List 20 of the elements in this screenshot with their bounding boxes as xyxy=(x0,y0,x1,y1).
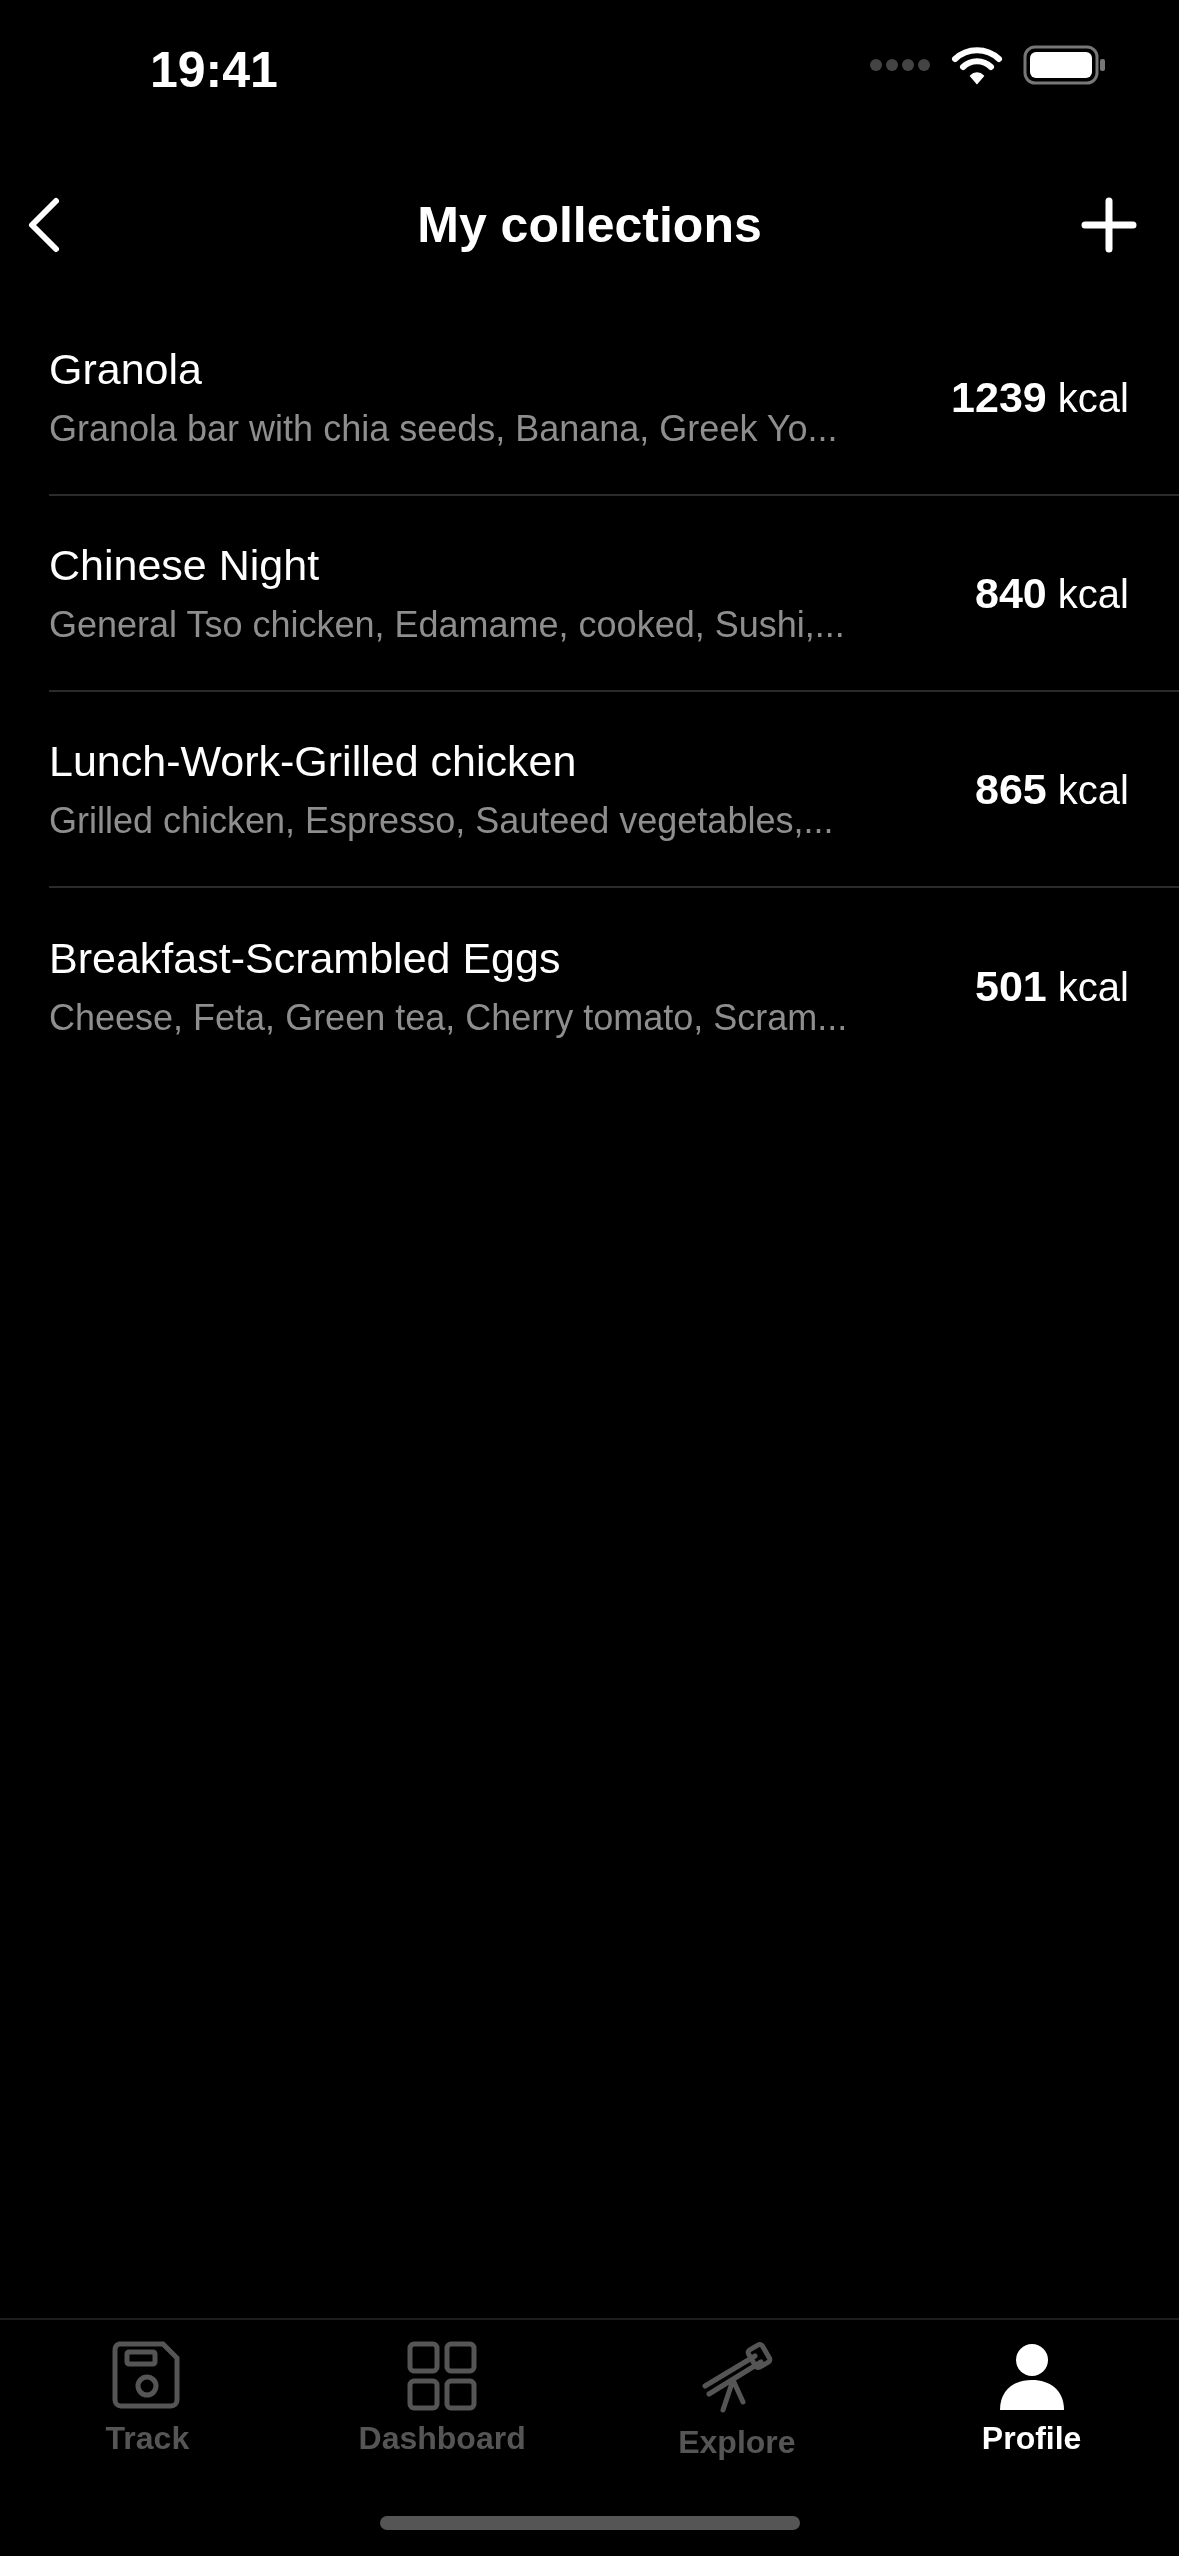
collection-items: General Tso chicken, Edamame, cooked, Sushi,... xyxy=(49,603,846,646)
wifi-icon xyxy=(951,45,1003,85)
collection-name[interactable]: Chinese Night xyxy=(49,540,945,590)
collection-items: Granola bar with chia seeds, Banana, Greek Yo... xyxy=(49,407,839,450)
page-title: My collections xyxy=(417,197,762,253)
calorie-total: 1239 kcal xyxy=(951,372,1129,422)
calorie-total: 501 kcal xyxy=(975,961,1129,1011)
collection-items: Grilled chicken, Espresso, Sauteed vegetables,... xyxy=(49,799,835,842)
status-time: 19:41 xyxy=(150,41,278,99)
calorie-total: 865 kcal xyxy=(975,764,1129,814)
signal-icon xyxy=(869,58,931,72)
tab-bar-item[interactable]: Profile xyxy=(901,2340,1162,2461)
grid-icon xyxy=(406,2340,479,2412)
collection-items: Cheese, Feta, Green tea, Cherry tomato, Scram... xyxy=(49,996,849,1039)
collection-name[interactable]: Breakfast-Scrambled Eggs xyxy=(49,933,945,983)
calorie-total: 840 kcal xyxy=(975,568,1129,618)
collection-name[interactable]: Granola xyxy=(49,344,922,394)
add-button[interactable] xyxy=(1079,195,1139,255)
collection-name[interactable]: Lunch-Work-Grilled chicken xyxy=(49,736,945,786)
battery-icon xyxy=(1023,45,1107,85)
